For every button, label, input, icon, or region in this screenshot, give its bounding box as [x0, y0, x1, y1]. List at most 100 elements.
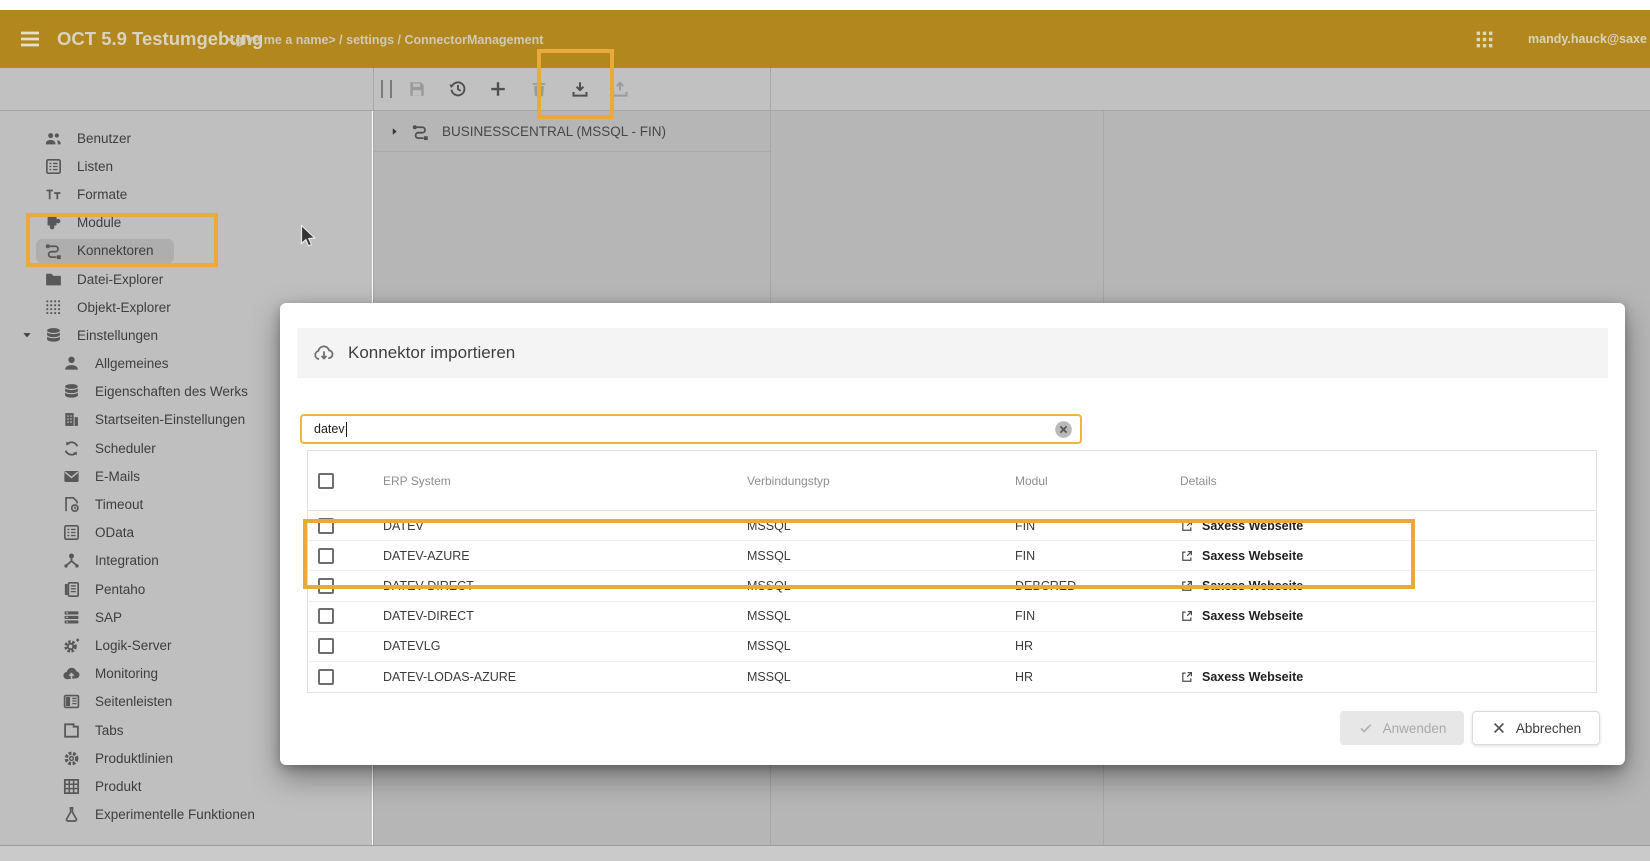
cell-verbindungstyp: MSSQL — [747, 609, 1015, 623]
table-row-datev-azure-1[interactable]: DATEV-AZUREMSSQLFINSaxess Webseite — [308, 541, 1596, 571]
details-link[interactable]: Saxess Webseite — [1180, 670, 1303, 684]
cell-modul: FIN — [1015, 549, 1180, 563]
database-icon — [44, 326, 63, 345]
export-button[interactable] — [610, 79, 630, 99]
external-link-icon — [1180, 579, 1194, 593]
row-checkbox[interactable] — [318, 578, 334, 594]
save-button[interactable] — [407, 79, 427, 99]
gear-plus-icon — [62, 636, 81, 655]
cell-erp-system: DATEVLG — [383, 639, 747, 653]
sidebar-item-label: Seitenleisten — [95, 694, 172, 709]
apps-grid-button[interactable] — [1474, 29, 1495, 50]
sidebar-item-label: Integration — [95, 553, 159, 568]
sidebar-item-benutzer[interactable]: Benutzer — [0, 124, 372, 152]
toolbar-drag-handle[interactable] — [381, 80, 392, 98]
sidebar-item-experimentelle-funktionen[interactable]: Experimentelle Funktionen — [0, 801, 372, 829]
device-icon — [62, 580, 81, 599]
sidebar-item-label: Objekt-Explorer — [77, 300, 171, 315]
row-checkbox[interactable] — [318, 548, 334, 564]
column-header-verbindungstyp[interactable]: Verbindungstyp — [747, 474, 1015, 488]
add-button[interactable] — [488, 79, 508, 99]
dialog-header: Konnektor importieren — [297, 328, 1608, 378]
save-icon — [407, 79, 427, 99]
sidebar-item-produkt[interactable]: Produkt — [0, 772, 372, 800]
sidebar-item-module[interactable]: Module — [0, 209, 372, 237]
sidebar-item-konnektoren[interactable]: Konnektoren — [0, 237, 372, 265]
row-checkbox[interactable] — [318, 638, 334, 654]
history-button[interactable] — [448, 79, 468, 99]
sidebar-item-label: Monitoring — [95, 666, 158, 681]
sidebar-panel-icon — [62, 692, 81, 711]
cell-verbindungstyp: MSSQL — [747, 519, 1015, 533]
sidebar-item-label: Benutzer — [77, 131, 131, 146]
import-button[interactable] — [570, 79, 590, 99]
select-all-checkbox[interactable] — [318, 473, 334, 489]
product-grid-icon — [62, 777, 81, 796]
sidebar-item-label: Tabs — [95, 723, 124, 738]
hamburger-menu-button[interactable] — [18, 27, 42, 51]
details-link[interactable]: Saxess Webseite — [1180, 609, 1303, 623]
app-header: OCT 5.9 Testumgebung <give me a name> / … — [0, 10, 1650, 68]
row-checkbox[interactable] — [318, 518, 334, 534]
sidebar-item-datei-explorer[interactable]: Datei-Explorer — [0, 265, 372, 293]
table-row-datev-direct-3[interactable]: DATEV-DIRECTMSSQLFINSaxess Webseite — [308, 602, 1596, 632]
list-icon — [44, 157, 63, 176]
details-link-label: Saxess Webseite — [1202, 609, 1303, 623]
chevron-down-icon[interactable] — [21, 329, 33, 341]
sidebar-item-label: Startseiten-Einstellungen — [95, 412, 245, 427]
table-row-datevlg-4[interactable]: DATEVLGMSSQLHR — [308, 632, 1596, 662]
connector-table: ERP System Verbindungstyp Modul Details … — [307, 450, 1597, 693]
cell-verbindungstyp: MSSQL — [747, 670, 1015, 684]
sidebar-item-label: Timeout — [95, 497, 143, 512]
external-link-icon — [1180, 519, 1194, 533]
sidebar-item-label: Konnektoren — [77, 243, 154, 258]
cell-verbindungstyp: MSSQL — [747, 549, 1015, 563]
person-icon — [62, 354, 81, 373]
trash-icon — [529, 79, 549, 99]
cell-modul: DEBCRED — [1015, 579, 1180, 593]
cancel-button[interactable]: Abbrechen — [1472, 711, 1600, 745]
share-network-icon — [62, 551, 81, 570]
external-link-icon — [1180, 670, 1194, 684]
details-link[interactable]: Saxess Webseite — [1180, 549, 1303, 563]
cell-verbindungstyp: MSSQL — [747, 579, 1015, 593]
clear-search-button[interactable] — [1054, 420, 1073, 439]
puzzle-icon — [44, 213, 63, 232]
row-checkbox[interactable] — [318, 608, 334, 624]
details-link-label: Saxess Webseite — [1202, 579, 1303, 593]
apply-button[interactable]: Anwenden — [1340, 711, 1464, 745]
sidebar-item-listen[interactable]: Listen — [0, 152, 372, 180]
row-checkbox[interactable] — [318, 669, 334, 685]
connector-icon — [44, 241, 63, 260]
sidebar-item-formate[interactable]: Formate — [0, 180, 372, 208]
details-link[interactable]: Saxess Webseite — [1180, 579, 1303, 593]
refresh-icon — [62, 439, 81, 458]
cell-modul: FIN — [1015, 519, 1180, 533]
search-input[interactable]: datev — [300, 414, 1082, 444]
external-link-icon — [1180, 609, 1194, 623]
sidebar-item-label: Datei-Explorer — [77, 272, 163, 287]
sidebar-item-label: Formate — [77, 187, 127, 202]
database-icon — [62, 382, 81, 401]
sidebar-item-label: Module — [77, 215, 121, 230]
sidebar-item-label: OData — [95, 525, 134, 540]
column-header-erp-system[interactable]: ERP System — [383, 474, 747, 488]
object-grid-icon — [44, 298, 63, 317]
sidebar-item-label: Listen — [77, 159, 113, 174]
dialog-title: Konnektor importieren — [348, 343, 515, 363]
sidebar-item-label: Scheduler — [95, 441, 156, 456]
table-row-datev-direct-2[interactable]: DATEV-DIRECTMSSQLDEBCREDSaxess Webseite — [308, 571, 1596, 601]
details-link[interactable]: Saxess Webseite — [1180, 519, 1303, 533]
tree-item-businesscentral[interactable]: BUSINESSCENTRAL (MSSQL - FIN) — [373, 111, 770, 152]
sidebar-item-label: SAP — [95, 610, 122, 625]
user-email[interactable]: mandy.hauck@saxe — [1528, 10, 1650, 68]
column-header-details[interactable]: Details — [1180, 474, 1596, 488]
table-row-datev-0[interactable]: DATEVMSSQLFINSaxess Webseite — [308, 511, 1596, 541]
table-row-datev-lodas-azure-5[interactable]: DATEV-LODAS-AZUREMSSQLHRSaxess Webseite — [308, 662, 1596, 692]
delete-button[interactable] — [529, 79, 549, 99]
table-header-row: ERP System Verbindungstyp Modul Details — [308, 451, 1596, 511]
expand-arrow-icon[interactable] — [389, 126, 400, 137]
cell-erp-system: DATEV-LODAS-AZURE — [383, 670, 747, 684]
column-header-modul[interactable]: Modul — [1015, 474, 1180, 488]
breadcrumb: <give me a name> / settings / ConnectorM… — [228, 10, 543, 68]
